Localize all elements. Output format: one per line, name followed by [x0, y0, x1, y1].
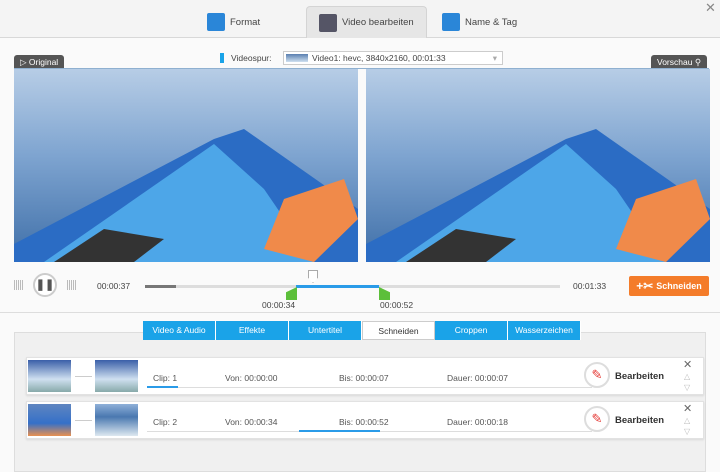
edit-button[interactable]: Bearbeiten	[615, 371, 664, 382]
close-icon[interactable]: ✕	[705, 0, 716, 16]
total-time: 00:01:33	[573, 281, 607, 291]
scissors-icon: +✂	[636, 279, 654, 293]
tab-format[interactable]: Format	[207, 6, 260, 38]
tab-label: Format	[230, 16, 261, 28]
name-tag-icon	[442, 13, 460, 31]
clip-start-thumbnail	[28, 404, 71, 436]
current-time: 00:00:37	[97, 281, 131, 291]
move-down-icon[interactable]: ▽	[684, 427, 690, 436]
tab-croppen[interactable]: Croppen	[435, 321, 508, 340]
edit-icon[interactable]: ✎	[584, 406, 610, 432]
tab-effekte[interactable]: Effekte	[216, 321, 289, 340]
edit-icon[interactable]: ✎	[584, 362, 610, 388]
divider	[0, 312, 720, 313]
clip-range	[147, 386, 178, 388]
track-icon	[220, 53, 224, 63]
tab-wasserzeichen[interactable]: Wasserzeichen	[508, 321, 581, 340]
connector	[75, 420, 92, 421]
delete-clip-icon[interactable]: ✕	[683, 358, 692, 371]
original-label: ▷ Original	[14, 55, 65, 69]
selection-start-time: 00:00:34	[262, 300, 296, 310]
end-handle[interactable]	[379, 287, 390, 300]
start-handle[interactable]	[286, 287, 297, 300]
video-edit-icon	[319, 13, 337, 32]
cut-button[interactable]: +✂ Schneiden	[629, 276, 709, 296]
connector	[75, 376, 92, 377]
videospur-label: Videospur:	[231, 53, 272, 63]
clip-start-thumbnail	[28, 360, 71, 392]
tab-video-audio[interactable]: Video & Audio	[143, 321, 216, 340]
format-icon	[207, 13, 225, 31]
clip-range	[299, 430, 380, 432]
tab-schneiden[interactable]: Schneiden	[362, 321, 435, 340]
preview-button[interactable]: Vorschau ⚲	[651, 55, 708, 69]
tab-name-tag[interactable]: Name & Tag	[442, 6, 517, 38]
tab-label: Video bearbeiten	[342, 17, 414, 28]
playhead[interactable]	[308, 270, 318, 283]
video-track-value: Video1: hevc, 3840x2160, 00:01:33	[312, 53, 446, 63]
cut-label: Schneiden	[656, 281, 702, 291]
selection-range	[296, 285, 379, 288]
clip-row[interactable]: Clip: 2 Von: 00:00:34 Bis: 00:00:52 Daue…	[26, 401, 704, 439]
preview-video	[366, 69, 710, 262]
clip-row[interactable]: Clip: 1 Von: 00:00:00 Bis: 00:00:07 Daue…	[26, 357, 704, 395]
timeline-buffer	[145, 285, 176, 288]
clip-end-thumbnail	[95, 360, 138, 392]
clip-from: Von: 00:00:00	[225, 373, 278, 383]
tab-video-bearbeiten[interactable]: Video bearbeiten	[306, 6, 427, 38]
original-video	[14, 69, 358, 262]
drag-grip-icon[interactable]	[67, 280, 77, 290]
clip-to: Bis: 00:00:52	[339, 417, 389, 427]
delete-clip-icon[interactable]: ✕	[683, 402, 692, 415]
tab-untertitel[interactable]: Untertitel	[289, 321, 362, 340]
clip-from: Von: 00:00:34	[225, 417, 278, 427]
clip-number: Clip: 2	[153, 417, 178, 427]
drag-grip-icon[interactable]	[14, 280, 24, 290]
video-track-dropdown[interactable]: Video1: hevc, 3840x2160, 00:01:33 ▾	[283, 51, 503, 65]
clip-end-thumbnail	[95, 404, 138, 436]
move-up-icon[interactable]: △	[684, 372, 690, 381]
move-up-icon[interactable]: △	[684, 416, 690, 425]
search-icon: ⚲	[694, 57, 702, 67]
tab-label: Name & Tag	[465, 16, 518, 28]
clip-number: Clip: 1	[153, 373, 178, 383]
selection-end-time: 00:00:52	[380, 300, 414, 310]
clip-timeline	[147, 387, 592, 388]
track-thumbnail	[286, 54, 308, 62]
preview-text: Vorschau	[657, 57, 693, 67]
original-text: Original	[28, 57, 59, 67]
edit-tabs: Video & Audio Effekte Untertitel Schneid…	[143, 321, 581, 340]
clip-duration: Dauer: 00:00:18	[447, 417, 508, 427]
move-down-icon[interactable]: ▽	[684, 383, 690, 392]
chevron-down-icon: ▾	[492, 53, 497, 63]
pause-button[interactable]: ❚❚	[33, 273, 57, 297]
clip-duration: Dauer: 00:00:07	[447, 373, 508, 383]
clip-to: Bis: 00:00:07	[339, 373, 389, 383]
edit-button[interactable]: Bearbeiten	[615, 415, 664, 426]
